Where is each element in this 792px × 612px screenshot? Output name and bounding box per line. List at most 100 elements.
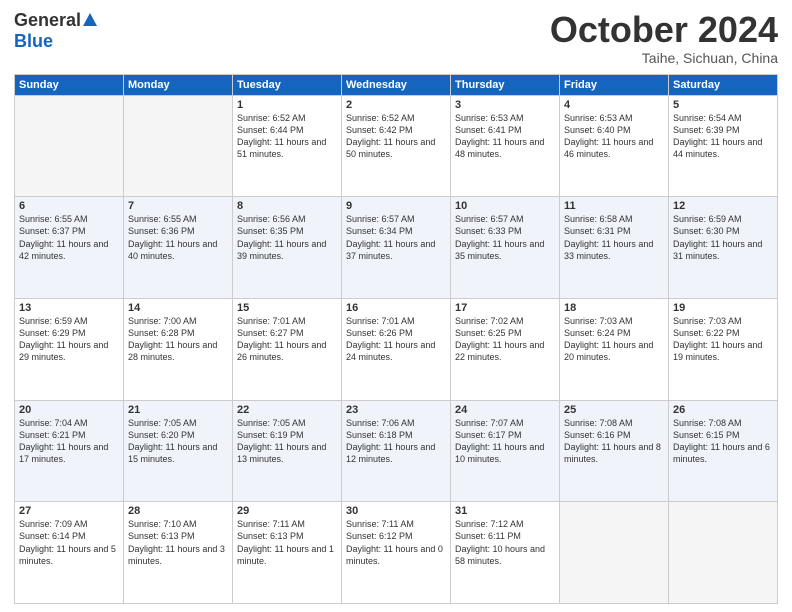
day-number: 1 xyxy=(237,99,337,111)
calendar-cell: 18Sunrise: 7:03 AM Sunset: 6:24 PM Dayli… xyxy=(560,298,669,400)
calendar-week-4: 20Sunrise: 7:04 AM Sunset: 6:21 PM Dayli… xyxy=(15,400,778,502)
calendar-cell: 19Sunrise: 7:03 AM Sunset: 6:22 PM Dayli… xyxy=(669,298,778,400)
cell-info: Sunrise: 6:57 AM Sunset: 6:34 PM Dayligh… xyxy=(346,213,446,262)
logo-triangle-icon xyxy=(83,13,97,26)
cell-info: Sunrise: 6:53 AM Sunset: 6:41 PM Dayligh… xyxy=(455,112,555,161)
day-number: 12 xyxy=(673,200,773,212)
weekday-header-saturday: Saturday xyxy=(669,74,778,95)
cell-info: Sunrise: 6:53 AM Sunset: 6:40 PM Dayligh… xyxy=(564,112,664,161)
cell-info: Sunrise: 7:01 AM Sunset: 6:26 PM Dayligh… xyxy=(346,315,446,364)
calendar-cell xyxy=(560,502,669,604)
calendar-cell: 22Sunrise: 7:05 AM Sunset: 6:19 PM Dayli… xyxy=(233,400,342,502)
logo-general-text: General xyxy=(14,10,81,31)
cell-info: Sunrise: 6:59 AM Sunset: 6:29 PM Dayligh… xyxy=(19,315,119,364)
cell-info: Sunrise: 7:00 AM Sunset: 6:28 PM Dayligh… xyxy=(128,315,228,364)
calendar-cell: 6Sunrise: 6:55 AM Sunset: 6:37 PM Daylig… xyxy=(15,197,124,299)
cell-info: Sunrise: 6:52 AM Sunset: 6:44 PM Dayligh… xyxy=(237,112,337,161)
calendar-cell: 4Sunrise: 6:53 AM Sunset: 6:40 PM Daylig… xyxy=(560,95,669,197)
day-number: 21 xyxy=(128,404,228,416)
logo-blue-text: Blue xyxy=(14,31,53,52)
cell-info: Sunrise: 7:05 AM Sunset: 6:20 PM Dayligh… xyxy=(128,417,228,466)
day-number: 10 xyxy=(455,200,555,212)
calendar-week-1: 1Sunrise: 6:52 AM Sunset: 6:44 PM Daylig… xyxy=(15,95,778,197)
calendar-cell: 16Sunrise: 7:01 AM Sunset: 6:26 PM Dayli… xyxy=(342,298,451,400)
weekday-header-wednesday: Wednesday xyxy=(342,74,451,95)
day-number: 27 xyxy=(19,505,119,517)
cell-info: Sunrise: 7:03 AM Sunset: 6:22 PM Dayligh… xyxy=(673,315,773,364)
cell-info: Sunrise: 7:01 AM Sunset: 6:27 PM Dayligh… xyxy=(237,315,337,364)
calendar-cell: 23Sunrise: 7:06 AM Sunset: 6:18 PM Dayli… xyxy=(342,400,451,502)
calendar-cell: 5Sunrise: 6:54 AM Sunset: 6:39 PM Daylig… xyxy=(669,95,778,197)
calendar-table: SundayMondayTuesdayWednesdayThursdayFrid… xyxy=(14,74,778,604)
calendar-cell: 28Sunrise: 7:10 AM Sunset: 6:13 PM Dayli… xyxy=(124,502,233,604)
day-number: 11 xyxy=(564,200,664,212)
day-number: 4 xyxy=(564,99,664,111)
cell-info: Sunrise: 6:59 AM Sunset: 6:30 PM Dayligh… xyxy=(673,213,773,262)
page: General Blue October 2024 Taihe, Sichuan… xyxy=(0,0,792,612)
weekday-header-monday: Monday xyxy=(124,74,233,95)
calendar-cell: 10Sunrise: 6:57 AM Sunset: 6:33 PM Dayli… xyxy=(451,197,560,299)
day-number: 7 xyxy=(128,200,228,212)
day-number: 17 xyxy=(455,302,555,314)
day-number: 20 xyxy=(19,404,119,416)
calendar-cell: 11Sunrise: 6:58 AM Sunset: 6:31 PM Dayli… xyxy=(560,197,669,299)
calendar-cell: 3Sunrise: 6:53 AM Sunset: 6:41 PM Daylig… xyxy=(451,95,560,197)
calendar-cell: 24Sunrise: 7:07 AM Sunset: 6:17 PM Dayli… xyxy=(451,400,560,502)
calendar-cell: 12Sunrise: 6:59 AM Sunset: 6:30 PM Dayli… xyxy=(669,197,778,299)
day-number: 29 xyxy=(237,505,337,517)
calendar-cell: 29Sunrise: 7:11 AM Sunset: 6:13 PM Dayli… xyxy=(233,502,342,604)
day-number: 13 xyxy=(19,302,119,314)
weekday-header-thursday: Thursday xyxy=(451,74,560,95)
cell-info: Sunrise: 7:07 AM Sunset: 6:17 PM Dayligh… xyxy=(455,417,555,466)
cell-info: Sunrise: 7:12 AM Sunset: 6:11 PM Dayligh… xyxy=(455,518,555,567)
day-number: 18 xyxy=(564,302,664,314)
calendar-cell: 8Sunrise: 6:56 AM Sunset: 6:35 PM Daylig… xyxy=(233,197,342,299)
calendar-cell: 31Sunrise: 7:12 AM Sunset: 6:11 PM Dayli… xyxy=(451,502,560,604)
calendar-cell: 13Sunrise: 6:59 AM Sunset: 6:29 PM Dayli… xyxy=(15,298,124,400)
day-number: 15 xyxy=(237,302,337,314)
cell-info: Sunrise: 7:10 AM Sunset: 6:13 PM Dayligh… xyxy=(128,518,228,567)
cell-info: Sunrise: 7:11 AM Sunset: 6:13 PM Dayligh… xyxy=(237,518,337,567)
day-number: 26 xyxy=(673,404,773,416)
title-location: Taihe, Sichuan, China xyxy=(550,50,778,66)
day-number: 8 xyxy=(237,200,337,212)
cell-info: Sunrise: 6:54 AM Sunset: 6:39 PM Dayligh… xyxy=(673,112,773,161)
title-area: October 2024 Taihe, Sichuan, China xyxy=(550,10,778,66)
calendar-cell: 27Sunrise: 7:09 AM Sunset: 6:14 PM Dayli… xyxy=(15,502,124,604)
day-number: 5 xyxy=(673,99,773,111)
header: General Blue October 2024 Taihe, Sichuan… xyxy=(14,10,778,66)
logo: General Blue xyxy=(14,10,97,52)
day-number: 16 xyxy=(346,302,446,314)
cell-info: Sunrise: 7:09 AM Sunset: 6:14 PM Dayligh… xyxy=(19,518,119,567)
cell-info: Sunrise: 7:11 AM Sunset: 6:12 PM Dayligh… xyxy=(346,518,446,567)
calendar-cell: 30Sunrise: 7:11 AM Sunset: 6:12 PM Dayli… xyxy=(342,502,451,604)
weekday-header-sunday: Sunday xyxy=(15,74,124,95)
day-number: 2 xyxy=(346,99,446,111)
calendar-cell: 21Sunrise: 7:05 AM Sunset: 6:20 PM Dayli… xyxy=(124,400,233,502)
calendar-cell: 9Sunrise: 6:57 AM Sunset: 6:34 PM Daylig… xyxy=(342,197,451,299)
calendar-cell: 15Sunrise: 7:01 AM Sunset: 6:27 PM Dayli… xyxy=(233,298,342,400)
cell-info: Sunrise: 7:02 AM Sunset: 6:25 PM Dayligh… xyxy=(455,315,555,364)
calendar-cell xyxy=(15,95,124,197)
cell-info: Sunrise: 7:03 AM Sunset: 6:24 PM Dayligh… xyxy=(564,315,664,364)
calendar-cell: 26Sunrise: 7:08 AM Sunset: 6:15 PM Dayli… xyxy=(669,400,778,502)
calendar-cell xyxy=(669,502,778,604)
day-number: 28 xyxy=(128,505,228,517)
calendar-cell: 7Sunrise: 6:55 AM Sunset: 6:36 PM Daylig… xyxy=(124,197,233,299)
day-number: 19 xyxy=(673,302,773,314)
cell-info: Sunrise: 7:04 AM Sunset: 6:21 PM Dayligh… xyxy=(19,417,119,466)
logo-text: General xyxy=(14,10,97,31)
day-number: 25 xyxy=(564,404,664,416)
title-month: October 2024 xyxy=(550,10,778,50)
calendar-week-5: 27Sunrise: 7:09 AM Sunset: 6:14 PM Dayli… xyxy=(15,502,778,604)
calendar-week-3: 13Sunrise: 6:59 AM Sunset: 6:29 PM Dayli… xyxy=(15,298,778,400)
calendar-week-2: 6Sunrise: 6:55 AM Sunset: 6:37 PM Daylig… xyxy=(15,197,778,299)
day-number: 24 xyxy=(455,404,555,416)
weekday-header-tuesday: Tuesday xyxy=(233,74,342,95)
day-number: 31 xyxy=(455,505,555,517)
cell-info: Sunrise: 6:58 AM Sunset: 6:31 PM Dayligh… xyxy=(564,213,664,262)
cell-info: Sunrise: 7:08 AM Sunset: 6:16 PM Dayligh… xyxy=(564,417,664,466)
cell-info: Sunrise: 7:06 AM Sunset: 6:18 PM Dayligh… xyxy=(346,417,446,466)
day-number: 14 xyxy=(128,302,228,314)
cell-info: Sunrise: 6:56 AM Sunset: 6:35 PM Dayligh… xyxy=(237,213,337,262)
